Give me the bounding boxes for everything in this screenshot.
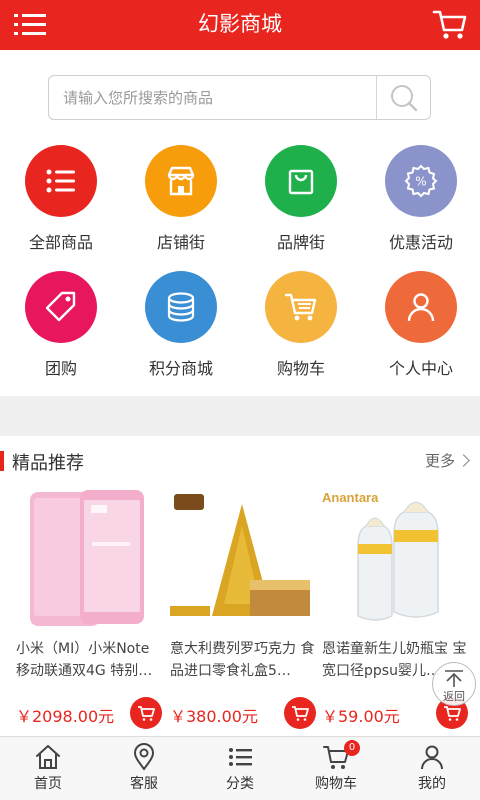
search-bar (48, 75, 431, 120)
user-icon (421, 745, 443, 770)
add-to-cart-button[interactable] (130, 697, 162, 729)
cart-icon (444, 706, 461, 721)
list-icon (46, 169, 75, 193)
cart-icon (432, 10, 467, 39)
tab-home[interactable]: 首页 (0, 737, 96, 800)
shop-icon (167, 166, 195, 196)
section-accent-bar (0, 451, 4, 471)
home-icon (36, 745, 60, 769)
search-icon (391, 85, 418, 112)
tab-label: 分类 (226, 776, 254, 792)
category-circle (145, 145, 217, 217)
product-price: ￥59.00元 (322, 707, 400, 726)
user-icon (407, 293, 435, 322)
category-cart[interactable]: 购物车 (246, 271, 356, 381)
more-link[interactable]: 更多 (424, 450, 470, 471)
search-input[interactable] (49, 76, 377, 119)
search-button[interactable] (377, 76, 431, 119)
category-label: 店铺街 (156, 233, 205, 252)
category-label: 个人中心 (388, 359, 453, 378)
product-image-chocolate (166, 486, 318, 631)
svg-text:Anantara: Anantara (322, 490, 379, 505)
category-label: 优惠活动 (388, 233, 453, 252)
category-all-products[interactable]: 全部商品 (6, 145, 116, 255)
arrow-up-icon (445, 670, 463, 687)
category-circle (145, 271, 217, 343)
category-label: 购物车 (276, 359, 325, 378)
back-to-top-label: 返回 (443, 690, 465, 703)
category-circle (265, 271, 337, 343)
category-shop-street[interactable]: 店铺街 (126, 145, 236, 255)
app-header: 幻影商城 (0, 0, 480, 50)
category-circle (385, 271, 457, 343)
category-label: 团购 (44, 359, 77, 378)
product-image-baby-bottle: Anantara (318, 486, 470, 631)
category-points-mall[interactable]: 积分商城 (126, 271, 236, 381)
tab-label: 购物车 (315, 776, 357, 792)
recommend-section: 精品推荐 更多 小米（MI）小米Note 移动联通双4G 特别… ￥2098.0… (0, 436, 480, 736)
section-title: 精品推荐 (12, 453, 84, 474)
tab-label: 首页 (34, 776, 62, 792)
product-card[interactable]: 意大利费列罗巧克力 食品进口零食礼盒5… ￥380.00元 (166, 486, 318, 731)
tab-label: 我的 (418, 776, 446, 792)
category-group-buy[interactable]: 团购 (6, 271, 116, 381)
category-icon (229, 748, 252, 766)
category-circle (25, 145, 97, 217)
bottom-tab-bar: 首页 客服 分类 0 购物车 我的 (0, 736, 480, 800)
discount-icon: % (404, 164, 438, 198)
bag-icon (288, 169, 314, 195)
page-title: 幻影商城 (198, 12, 282, 36)
tag-icon (45, 291, 76, 322)
category-circle: % (385, 145, 457, 217)
category-label: 品牌街 (276, 233, 325, 252)
cart-count-badge: 0 (344, 740, 360, 756)
category-circle (25, 271, 97, 343)
section-divider (0, 396, 480, 436)
cart-icon (292, 706, 309, 721)
tab-customer-service[interactable]: 客服 (96, 737, 192, 800)
more-label: 更多 (424, 452, 455, 470)
category-label: 全部商品 (28, 233, 93, 252)
tab-cart[interactable]: 0 购物车 (288, 737, 384, 800)
tab-mine[interactable]: 我的 (384, 737, 480, 800)
product-price: ￥2098.00元 (16, 707, 115, 726)
header-cart-button[interactable] (432, 8, 468, 42)
category-label: 积分商城 (148, 359, 213, 378)
coins-icon (167, 292, 195, 322)
cart-icon (284, 293, 317, 321)
category-circle (265, 145, 337, 217)
category-brand-street[interactable]: 品牌街 (246, 145, 356, 255)
svg-text:%: % (415, 175, 426, 189)
tab-category[interactable]: 分类 (192, 737, 288, 800)
product-name: 意大利费列罗巧克力 食品进口零食礼盒5… (170, 641, 315, 679)
product-name: 小米（MI）小米Note 移动联通双4G 特别… (16, 641, 153, 679)
location-icon (133, 743, 155, 771)
product-image-phone (12, 486, 164, 631)
chevron-right-icon (457, 454, 470, 467)
tab-label: 客服 (130, 776, 158, 792)
add-to-cart-button[interactable] (284, 697, 316, 729)
back-to-top-button[interactable]: 返回 (432, 662, 476, 706)
category-personal-center[interactable]: 个人中心 (366, 271, 476, 381)
cart-icon (138, 706, 155, 721)
category-promotions[interactable]: % 优惠活动 (366, 145, 476, 255)
product-price: ￥380.00元 (170, 707, 258, 726)
product-card[interactable]: 小米（MI）小米Note 移动联通双4G 特别… ￥2098.00元 (12, 486, 164, 731)
